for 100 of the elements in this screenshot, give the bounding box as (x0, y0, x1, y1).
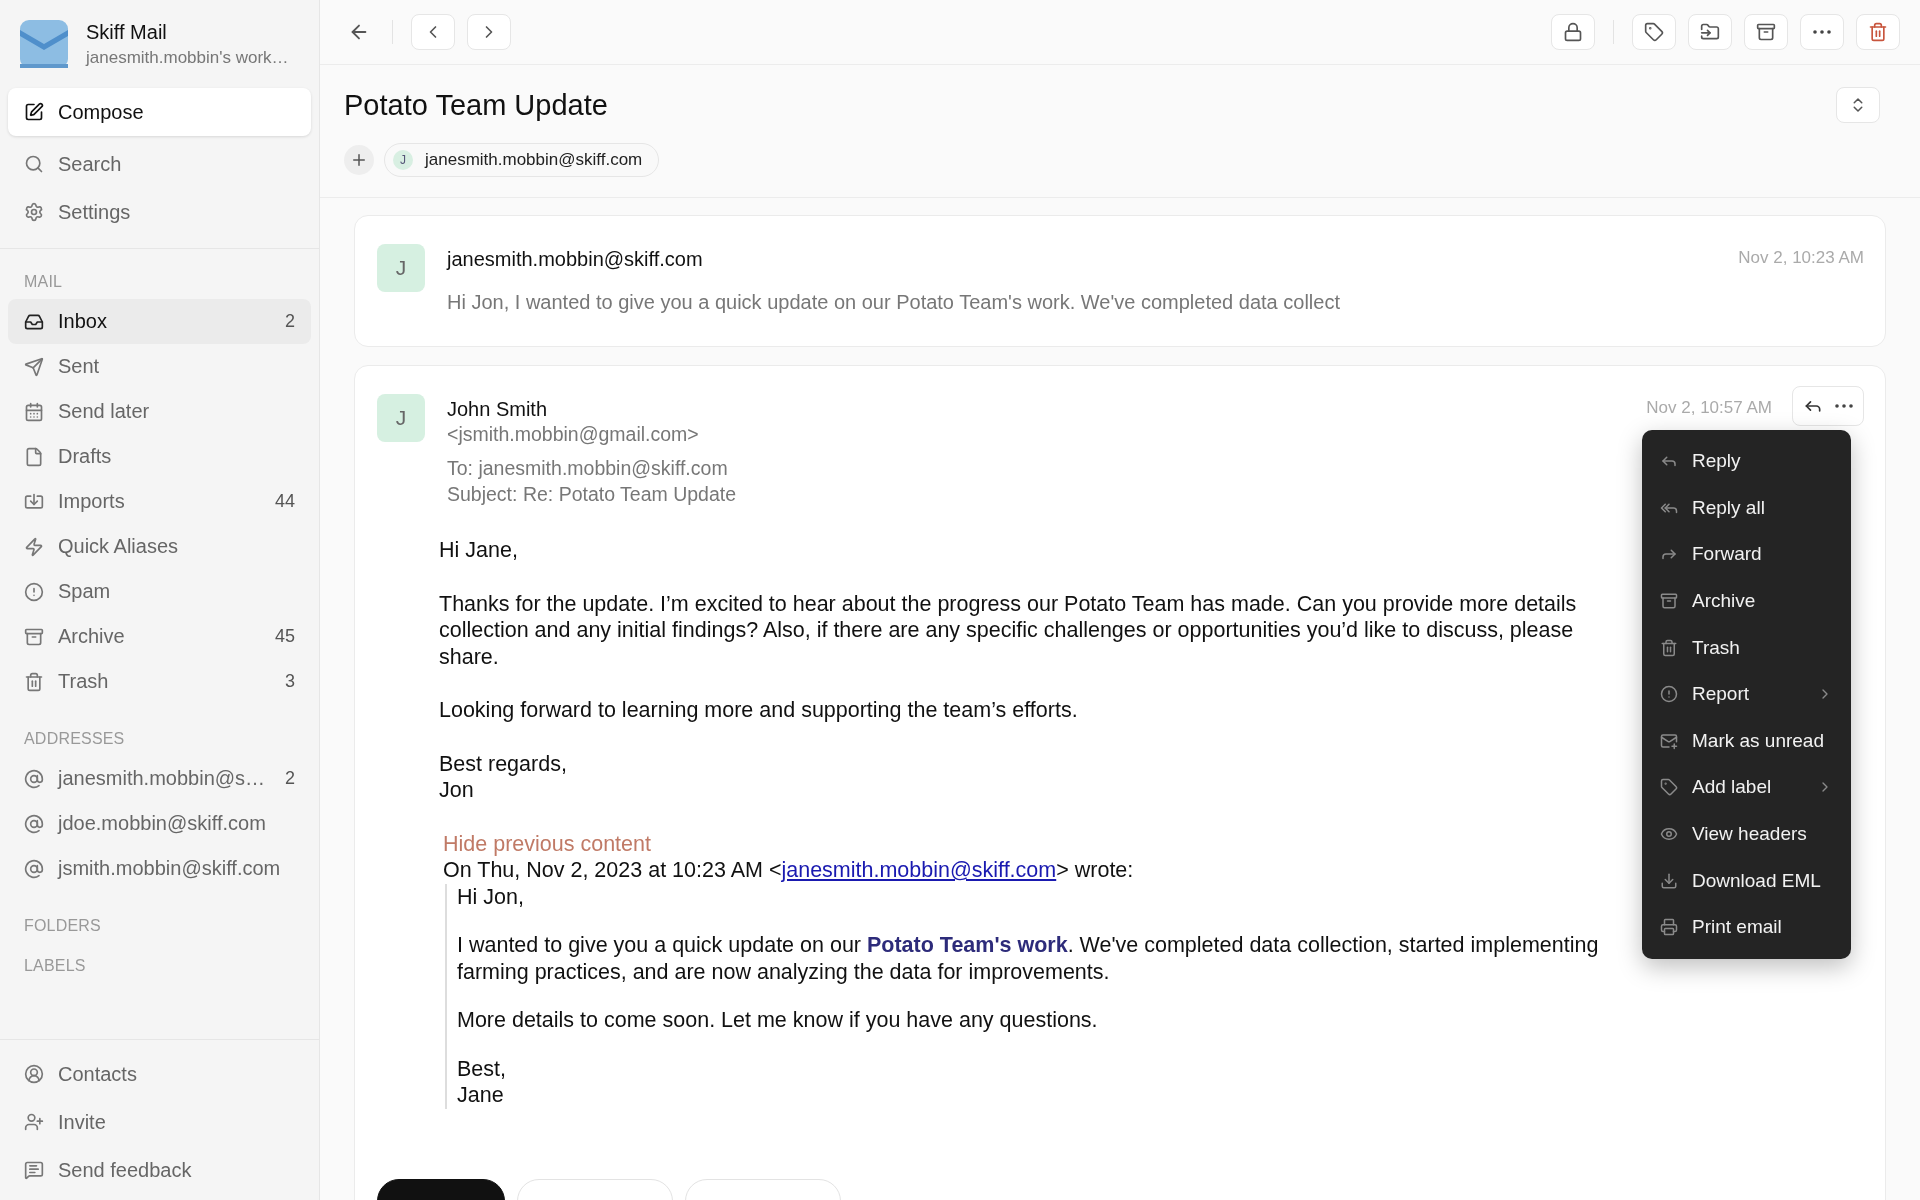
app-name: Skiff Mail (86, 20, 168, 44)
sidebar-item[interactable]: Settings (8, 188, 311, 236)
alert-icon (24, 581, 44, 602)
import-icon (24, 491, 44, 512)
chat-icon (24, 1160, 44, 1180)
lock-button[interactable] (1551, 14, 1595, 50)
sidebar-item[interactable]: jsmith.mobbin@skiff.com (8, 846, 311, 891)
participant-avatar: J (393, 150, 413, 170)
body-paragraph: Best regards, Jon (439, 750, 567, 804)
lock-icon (1563, 22, 1583, 42)
section-heading: FOLDERS (23, 916, 102, 936)
sidebar-item[interactable]: Send feedback (8, 1146, 311, 1194)
participant-chip[interactable]: J janesmith.mobbin@skiff.com (384, 143, 660, 177)
at-sign-icon (24, 858, 44, 879)
menu-item[interactable]: Mark as unread (1642, 717, 1851, 765)
quote-paragraph: Best, Jane (457, 1055, 506, 1109)
section-heading: MAIL (23, 272, 64, 292)
sidebar-item[interactable]: Archive 45 (8, 614, 311, 659)
quote-paragraph: Hi Jon, (457, 883, 524, 910)
archive-icon (1660, 592, 1678, 611)
sidebar-item[interactable]: janesmith.mobbin@s… 2 (8, 756, 311, 801)
settings-icon (24, 202, 44, 222)
body-paragraph: Thanks for the update. I’m excited to hear about the progress our Potato Team has made. Can you provide more details collection and any initial findings? Also, if there are any specific challenges or opportunities you’d like to discuss, please share. (439, 590, 1577, 670)
mail-icon (1660, 731, 1678, 750)
folder-icon (1700, 22, 1720, 42)
message-date: Nov 2, 10:57 AM (1646, 398, 1772, 418)
sidebar-item[interactable]: jdoe.mobbin@skiff.com (8, 801, 311, 846)
menu-item[interactable]: Reply all (1642, 484, 1851, 532)
contact-icon (24, 1064, 44, 1084)
search-icon (24, 154, 44, 174)
sidebar-item[interactable]: Quick Aliases (8, 524, 311, 569)
download-icon (1660, 871, 1678, 890)
plus-icon (350, 151, 368, 169)
menu-item[interactable]: View headers (1642, 810, 1851, 858)
message-date: Nov 2, 10:23 AM (1738, 248, 1864, 268)
body-paragraph: Hi Jane, (439, 537, 518, 564)
tag-icon (1644, 22, 1664, 42)
quote-paragraph: I wanted to give you a quick update on our Potato Team's work. We've completed data collection, started implementing farming practices, and are now analyzing the data for improvements. (457, 932, 1599, 985)
sender-name: John Smith (447, 398, 548, 421)
sidebar-item[interactable]: Send later (8, 389, 311, 434)
sender-avatar: J (377, 394, 425, 442)
sender-name: janesmith.mobbin@skiff.com (447, 248, 703, 271)
archive-icon (24, 626, 44, 647)
sender-email: <jsmith.mobbin@gmail.com> (447, 422, 699, 447)
file-icon (24, 446, 44, 467)
sidebar-item[interactable]: Search (8, 140, 311, 188)
thread-title: Potato Team Update (344, 88, 608, 122)
calendar-icon (24, 401, 44, 422)
workspace-name: janesmith.mobbin's work… (86, 47, 289, 68)
menu-item[interactable]: Archive (1642, 577, 1851, 625)
archive-icon (1756, 22, 1776, 42)
trash-icon (1868, 22, 1888, 42)
trash-icon (24, 671, 44, 692)
sidebar-item[interactable]: Spam (8, 569, 311, 614)
menu-item[interactable]: Forward (1642, 531, 1851, 578)
more-icon (1813, 30, 1831, 34)
sender-avatar: J (377, 244, 425, 292)
sidebar-item[interactable]: Contacts (8, 1050, 311, 1098)
archive-button[interactable] (1744, 14, 1788, 50)
subject-line: Subject: Re: Potato Team Update (447, 482, 737, 507)
tag-icon (1660, 778, 1678, 797)
at-sign-icon (24, 813, 44, 834)
menu-item[interactable]: Add label (1642, 764, 1851, 811)
body-paragraph: Looking forward to learning more and supporting the team’s efforts. (439, 697, 1078, 724)
compose-icon (24, 102, 44, 122)
lightning-icon (24, 536, 44, 557)
expand-collapse-button[interactable] (1836, 87, 1880, 123)
quote-paragraph: More details to come soon. Let me know if you have any questions. (457, 1007, 1098, 1034)
menu-item[interactable]: Trash (1642, 624, 1851, 671)
compose-button[interactable]: Compose (8, 88, 311, 136)
more-icon (1835, 404, 1853, 408)
menu-item[interactable]: Reply (1642, 438, 1851, 485)
message-card[interactable]: J janesmith.mobbin@skiff.com Nov 2, 10:23 AM Hi Jon, I wanted to give you a quick update on our Potato Team's work. We've completed data collect (354, 215, 1886, 347)
trash-icon (1660, 638, 1678, 657)
sidebar-item[interactable]: Trash 3 (8, 659, 311, 704)
menu-item[interactable]: Download EML (1642, 857, 1851, 904)
at-sign-icon (24, 768, 44, 789)
sidebar-item[interactable]: Imports 44 (8, 479, 311, 524)
trash-button[interactable] (1856, 14, 1900, 50)
recipient-line: To: janesmith.mobbin@skiff.com (447, 456, 728, 481)
section-heading: ADDRESSES (23, 729, 126, 749)
user-plus-icon (24, 1112, 44, 1132)
quote-header: On Thu, Nov 2, 2023 at 10:23 AM <janesmith.mobbin@skiff.com> wrote: (443, 857, 1134, 884)
sidebar-item[interactable]: Sent (8, 344, 311, 389)
add-participant-button[interactable] (344, 145, 374, 175)
send-icon (24, 356, 44, 377)
participant-email: janesmith.mobbin@skiff.com (425, 150, 643, 170)
message-preview: Hi Jon, I wanted to give you a quick update on our Potato Team's work. We've completed data collect (447, 291, 1340, 314)
alert-icon (1660, 685, 1678, 704)
app-logo (20, 20, 68, 68)
sidebar-item[interactable]: Drafts (8, 434, 311, 479)
email-link[interactable]: janesmith.mobbin@skiff.com (781, 858, 1057, 882)
tag-button[interactable] (1632, 14, 1676, 50)
sidebar-item[interactable]: Inbox 2 (8, 299, 311, 344)
section-heading: LABELS (23, 956, 87, 976)
move-to-folder-button[interactable] (1688, 14, 1732, 50)
menu-item[interactable]: Report (1642, 670, 1851, 718)
more-button[interactable] (1800, 14, 1844, 50)
menu-item[interactable]: Print email (1642, 903, 1851, 951)
sidebar-item[interactable]: Invite (8, 1098, 311, 1146)
